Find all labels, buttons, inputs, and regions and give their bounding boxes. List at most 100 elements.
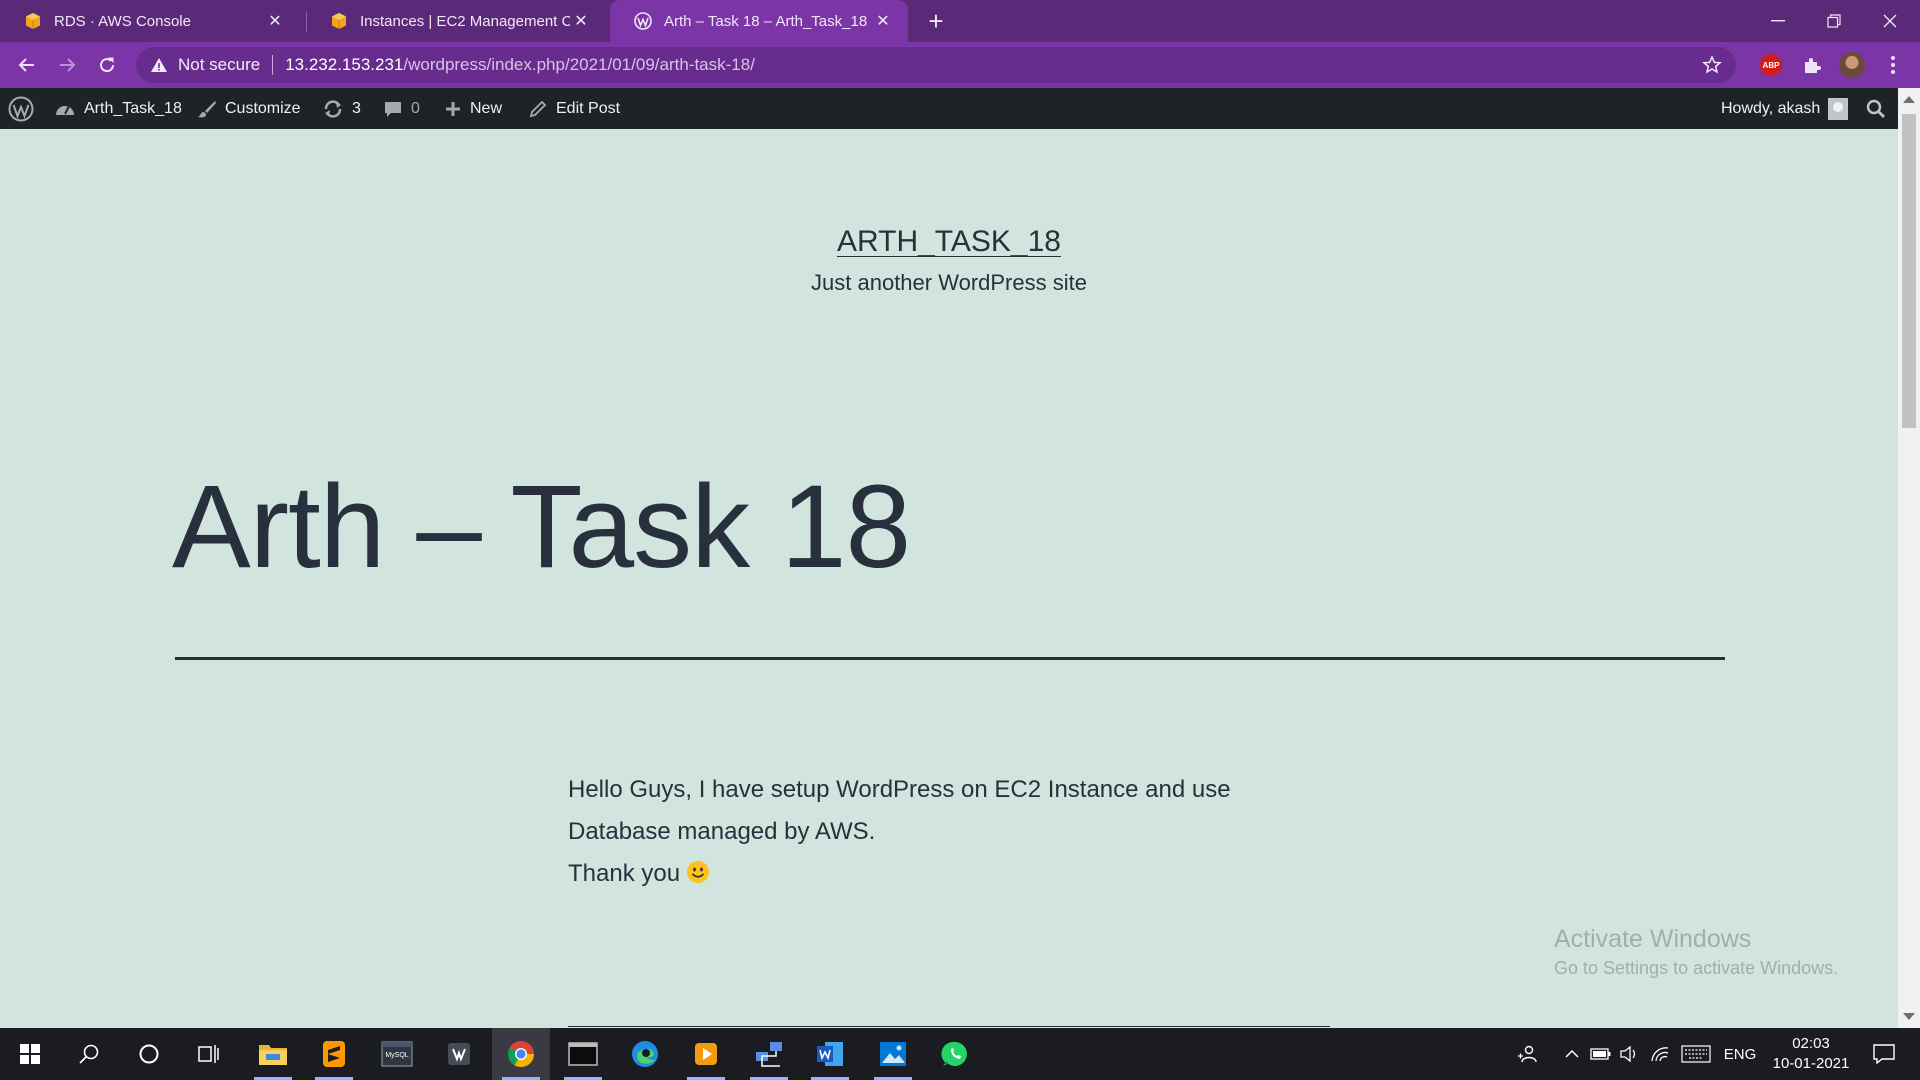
wordpress-logo-icon xyxy=(8,96,34,121)
browser-toolbar: Not secure 13.232.153.231/wordpress/inde… xyxy=(0,42,1920,88)
show-hidden-icons-chevron-icon[interactable] xyxy=(1560,1028,1584,1080)
new-label: New xyxy=(470,99,503,117)
windows-taskbar: MySQL ENG 02:03 10-01-2021 xyxy=(0,1028,1920,1080)
scrollbar-thumb[interactable] xyxy=(1902,114,1916,428)
address-divider xyxy=(272,55,274,75)
vertical-scrollbar[interactable] xyxy=(1898,88,1920,1028)
post-body: Hello Guys, I have setup WordPress on EC… xyxy=(568,769,1288,895)
language-indicator[interactable]: ENG xyxy=(1720,1028,1760,1080)
aws-box-icon xyxy=(330,12,348,30)
tab-arth-task-18[interactable]: Arth – Task 18 – Arth_Task_18 ✕ xyxy=(610,0,908,42)
smiley-emoji-icon xyxy=(687,861,710,883)
address-bar[interactable]: Not secure 13.232.153.231/wordpress/inde… xyxy=(136,47,1736,83)
comment-bubble-icon xyxy=(385,101,401,117)
vmware-icon[interactable] xyxy=(430,1028,488,1080)
clock[interactable]: 02:03 10-01-2021 xyxy=(1766,1034,1856,1074)
battery-icon[interactable] xyxy=(1589,1028,1613,1080)
post-paragraph: Database managed by AWS. xyxy=(568,818,876,845)
photos-icon[interactable] xyxy=(864,1028,922,1080)
url-path: /wordpress/index.php/2021/01/09/arth-tas… xyxy=(403,55,755,74)
extensions-puzzle-icon[interactable] xyxy=(1797,50,1827,80)
mysql-workbench-icon[interactable]: MySQL xyxy=(368,1028,426,1080)
dashboard-gauge-icon xyxy=(56,105,74,115)
content-bottom-divider xyxy=(568,1026,1330,1027)
wp-admin-bar: Arth_Task_18 Customize 3 0 New Edit Post… xyxy=(0,88,1898,129)
mysql-icon-label: MySQL xyxy=(385,1052,408,1059)
pencil-icon xyxy=(529,100,547,117)
close-tab-icon[interactable]: ✕ xyxy=(264,10,286,32)
whatsapp-icon[interactable] xyxy=(926,1028,984,1080)
wp-logo-menu[interactable] xyxy=(8,88,34,129)
security-status[interactable]: Not secure xyxy=(178,55,260,75)
warning-icon xyxy=(151,58,167,72)
aws-box-icon xyxy=(24,12,42,30)
new-tab-button[interactable]: + xyxy=(921,6,951,36)
file-explorer-icon[interactable] xyxy=(244,1028,302,1080)
post-title: Arth – Task 18 xyxy=(172,461,911,593)
edit-post-label: Edit Post xyxy=(556,99,621,117)
clock-time: 02:03 xyxy=(1792,1035,1830,1052)
thank-you-text: Thank you xyxy=(568,860,681,887)
comments-count: 0 xyxy=(411,99,420,117)
close-tab-icon[interactable]: ✕ xyxy=(872,10,894,32)
people-icon[interactable] xyxy=(1512,1028,1542,1080)
user-avatar xyxy=(1828,97,1849,120)
edge-browser-icon[interactable] xyxy=(616,1028,674,1080)
close-tab-icon[interactable]: ✕ xyxy=(570,10,592,32)
tab-label: RDS · AWS Console xyxy=(54,12,191,30)
title-divider xyxy=(175,657,1725,660)
edit-post-link[interactable]: Edit Post xyxy=(528,88,620,129)
tab-ec2-instances[interactable]: Instances | EC2 Management Cor ✕ xyxy=(306,0,606,42)
network-app-icon[interactable] xyxy=(740,1028,798,1080)
search-icon[interactable] xyxy=(60,1028,118,1080)
word-icon[interactable] xyxy=(801,1028,859,1080)
site-name-label: Arth_Task_18 xyxy=(84,99,182,117)
tab-label: Arth – Task 18 – Arth_Task_18 xyxy=(664,12,868,30)
new-content-menu[interactable]: New xyxy=(444,88,502,129)
keyboard-icon[interactable] xyxy=(1680,1028,1712,1080)
forward-arrow-icon[interactable] xyxy=(52,50,82,80)
brush-icon xyxy=(198,100,216,117)
volume-icon[interactable] xyxy=(1617,1028,1641,1080)
back-arrow-icon[interactable] xyxy=(12,50,42,80)
media-player-icon[interactable] xyxy=(677,1028,735,1080)
customize-label: Customize xyxy=(225,99,301,117)
terminal-icon[interactable] xyxy=(554,1028,612,1080)
wifi-icon[interactable] xyxy=(1648,1028,1672,1080)
browser-tab-strip: RDS · AWS Console ✕ Instances | EC2 Mana… xyxy=(0,0,1920,42)
scroll-up-arrow-icon[interactable] xyxy=(1903,96,1915,103)
notifications-icon[interactable] xyxy=(1864,1028,1904,1080)
bookmark-star-icon[interactable] xyxy=(1702,55,1722,75)
post-paragraph: Thank you xyxy=(568,853,1288,895)
chrome-icon[interactable] xyxy=(492,1028,550,1080)
windows-start-icon[interactable] xyxy=(1,1028,59,1080)
admin-search-icon[interactable] xyxy=(1866,88,1886,129)
url-host: 13.232.153.231 xyxy=(285,55,404,74)
watermark-title: Activate Windows xyxy=(1554,925,1752,953)
sublime-text-icon[interactable] xyxy=(305,1028,363,1080)
updates-count: 3 xyxy=(352,99,361,117)
close-window-icon[interactable] xyxy=(1862,0,1918,42)
updates-link[interactable]: 3 xyxy=(322,88,361,129)
tab-label: Instances | EC2 Management Cor xyxy=(360,12,570,30)
tab-rds-console[interactable]: RDS · AWS Console ✕ xyxy=(0,0,300,42)
site-name-menu[interactable]: Arth_Task_18 xyxy=(54,88,182,129)
my-account-menu[interactable]: Howdy, akash xyxy=(1721,88,1849,129)
task-view-icon[interactable] xyxy=(180,1028,238,1080)
plus-icon xyxy=(446,101,460,116)
page-content: ARTH_TASK_18 Just another WordPress site… xyxy=(0,129,1898,1027)
adblock-plus-icon[interactable]: ABP xyxy=(1760,54,1782,76)
menu-dots-icon[interactable] xyxy=(1878,50,1908,80)
cortana-circle-icon[interactable] xyxy=(120,1028,178,1080)
activate-windows-watermark: Activate Windows Go to Settings to activ… xyxy=(1554,925,1838,979)
site-description: Just another WordPress site xyxy=(811,270,1087,295)
restore-window-icon[interactable] xyxy=(1806,0,1862,42)
customize-link[interactable]: Customize xyxy=(197,88,301,129)
profile-avatar[interactable] xyxy=(1839,52,1865,78)
scroll-down-arrow-icon[interactable] xyxy=(1903,1013,1915,1020)
reload-icon[interactable] xyxy=(92,50,122,80)
howdy-label: Howdy, akash xyxy=(1721,99,1821,117)
minimize-window-icon[interactable] xyxy=(1750,0,1806,42)
comments-link[interactable]: 0 xyxy=(383,88,420,129)
site-title-link[interactable]: ARTH_TASK_18 xyxy=(837,225,1061,258)
